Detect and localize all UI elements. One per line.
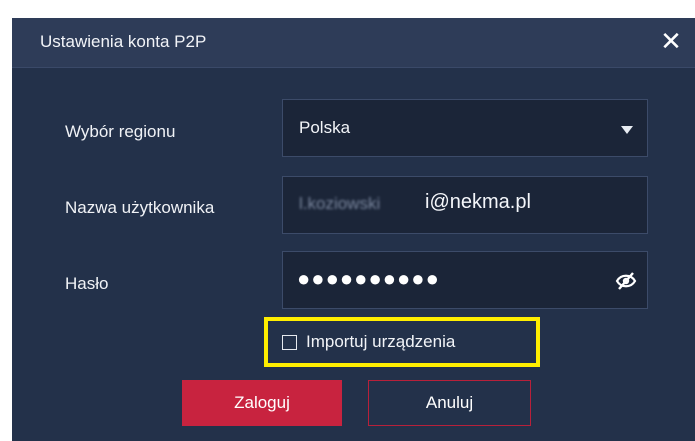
region-value: Polska (299, 118, 351, 137)
p2p-account-dialog: Ustawienia konta P2P ✕ Wybór regionu Pol… (12, 18, 695, 441)
import-devices-checkbox[interactable] (282, 335, 297, 350)
username-input[interactable]: l.koziowski i@nekma.pl (282, 176, 648, 234)
eye-slash-icon[interactable] (615, 270, 637, 292)
password-label: Hasło (65, 274, 109, 293)
region-label: Wybór regionu (65, 122, 176, 141)
import-devices-label[interactable]: Importuj urządzenia (306, 332, 455, 352)
chevron-down-icon (621, 126, 633, 134)
dialog-title: Ustawienia konta P2P (40, 32, 207, 51)
cancel-button[interactable]: Anuluj (368, 380, 531, 426)
password-masked-value: ●●●●●●●●●● (297, 266, 440, 291)
import-devices-highlight: Importuj urządzenia (264, 317, 540, 367)
login-button[interactable]: Zaloguj (182, 380, 342, 426)
username-blurred-part: l.koziowski (299, 194, 381, 213)
region-select[interactable]: Polska (282, 99, 648, 157)
dialog-titlebar: Ustawienia konta P2P ✕ (12, 18, 695, 68)
username-visible-part: i@nekma.pl (425, 191, 531, 213)
password-input[interactable]: ●●●●●●●●●● (282, 251, 648, 309)
username-label: Nazwa użytkownika (65, 198, 215, 217)
close-icon[interactable]: ✕ (655, 26, 687, 58)
